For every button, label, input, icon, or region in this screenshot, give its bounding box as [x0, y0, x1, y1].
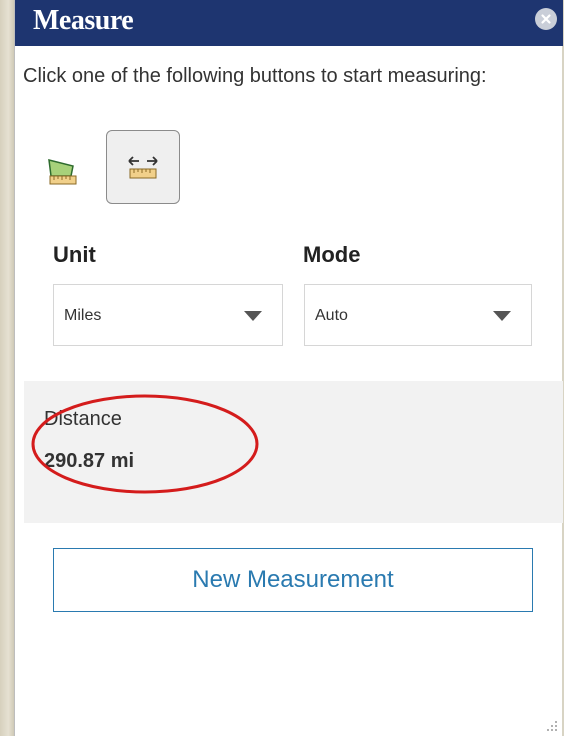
new-measurement-button[interactable]: New Measurement: [53, 548, 533, 612]
panel-header: Measure: [15, 0, 563, 46]
distance-tool-button[interactable]: [106, 130, 180, 204]
unit-select[interactable]: Miles: [53, 284, 283, 346]
mode-label: Mode: [303, 242, 361, 267]
mode-select[interactable]: Auto: [304, 284, 532, 346]
chevron-down-icon: [493, 311, 511, 321]
distance-ruler-icon: [128, 156, 158, 179]
panel-title: Measure: [33, 5, 134, 36]
distance-value: 290.87 mi: [44, 450, 135, 472]
instructions-text: Click one of the following buttons to st…: [23, 65, 487, 87]
measure-panel: Measure Click one of the following butto…: [14, 0, 563, 736]
chevron-down-icon: [244, 311, 262, 321]
area-ruler-icon: [48, 159, 77, 185]
unit-select-value: Miles: [64, 307, 102, 324]
resize-grip-icon[interactable]: [544, 718, 558, 732]
distance-label: Distance: [44, 408, 122, 430]
mode-select-value: Auto: [315, 307, 348, 324]
area-tool-button[interactable]: [25, 134, 99, 208]
close-icon[interactable]: [535, 8, 557, 30]
unit-label: Unit: [53, 242, 96, 267]
map-background: [0, 0, 14, 736]
